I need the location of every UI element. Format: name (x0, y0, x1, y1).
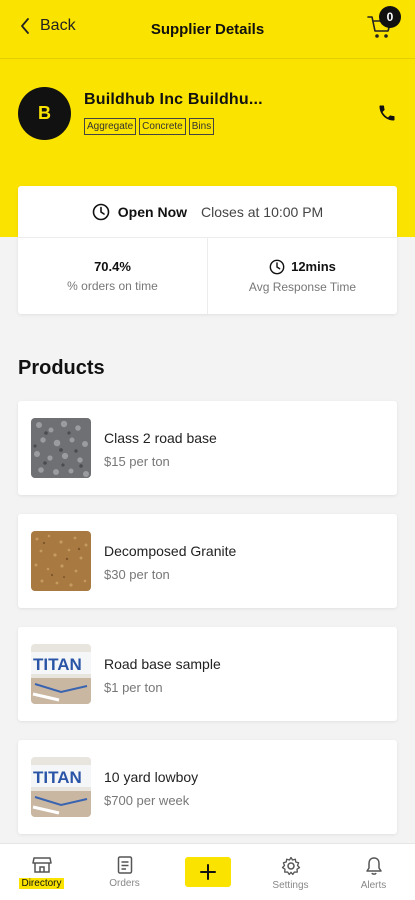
response-time-stat: 12mins Avg Response Time (207, 238, 397, 314)
gravel-thumbnail (31, 418, 91, 478)
back-button[interactable]: Back (20, 17, 76, 35)
product-name: Decomposed Granite (104, 543, 237, 559)
tab-settings[interactable]: Settings (249, 844, 332, 900)
tab-settings-label: Settings (272, 880, 309, 891)
status-card: Open Now Closes at 10:00 PM 70.4% % orde… (18, 186, 397, 314)
orders-on-time-stat: 70.4% % orders on time (18, 238, 207, 314)
tab-directory-label: Directory (19, 878, 64, 889)
cart-button[interactable]: 0 (367, 6, 401, 45)
tab-alerts[interactable]: Alerts (332, 844, 415, 900)
product-price: $700 per week (104, 793, 190, 808)
product-name: Road base sample (104, 656, 221, 672)
plus-icon (199, 864, 216, 880)
product-card[interactable]: Class 2 road base $15 per ton (18, 401, 397, 495)
response-time-row: 12mins (269, 259, 336, 275)
titan-thumbnail: TITAN (31, 644, 91, 704)
orders-icon (117, 856, 132, 874)
supplier-tags: Aggregate Concrete Bins (84, 118, 215, 135)
product-price: $15 per ton (104, 454, 170, 469)
store-icon (31, 857, 52, 873)
granite-thumbnail (31, 531, 91, 591)
svg-text:TITAN: TITAN (33, 768, 82, 787)
supplier-tag: Bins (188, 118, 215, 135)
page-title: Supplier Details (150, 20, 265, 38)
tab-orders-label: Orders (109, 878, 140, 889)
products-heading: Products (18, 357, 105, 379)
supplier-name: Buildhub Inc Buildhu... (84, 91, 263, 108)
tab-orders[interactable]: Orders (83, 844, 166, 900)
supplier-tag: Concrete (139, 118, 186, 135)
top-bar: Back Supplier Details 0 (0, 0, 415, 58)
product-price: $1 per ton (104, 680, 163, 695)
response-time-label: Avg Response Time (248, 279, 357, 294)
back-label: Back (40, 17, 76, 34)
tab-alerts-label: Alerts (360, 880, 387, 891)
supplier-tag: Aggregate (84, 118, 137, 135)
supplier-summary: B Buildhub Inc Buildhu... Aggregate Conc… (18, 87, 397, 147)
orders-on-time-value: 70.4% (94, 259, 131, 274)
svg-text:TITAN: TITAN (33, 655, 82, 674)
gear-icon (281, 856, 300, 876)
clock-icon (92, 203, 110, 220)
orders-on-time-label: % orders on time (67, 279, 158, 293)
closing-time: Closes at 10:00 PM (201, 203, 324, 220)
supplier-avatar: B (18, 87, 71, 140)
bottom-tab-bar: Directory Orders Settings Alerts (0, 843, 415, 900)
call-button[interactable] (377, 103, 397, 128)
product-name: 10 yard lowboy (104, 769, 199, 785)
add-button[interactable] (166, 844, 249, 900)
product-card[interactable]: TITAN 10 yard lowboy $700 per week (18, 740, 397, 834)
chevron-left-icon (21, 18, 29, 34)
header-divider (0, 58, 415, 59)
open-now-label: Open Now (117, 203, 188, 220)
product-card[interactable]: TITAN Road base sample $1 per ton (18, 627, 397, 721)
product-price: $30 per ton (104, 567, 170, 582)
phone-icon (379, 105, 395, 121)
product-card[interactable]: Decomposed Granite $30 per ton (18, 514, 397, 608)
product-name: Class 2 road base (104, 430, 217, 446)
tab-directory[interactable]: Directory (0, 844, 83, 900)
add-button-box (184, 857, 231, 887)
clock-icon (269, 259, 285, 274)
bell-icon (365, 857, 382, 875)
cart-count-badge: 0 (379, 6, 401, 28)
opening-status: Open Now Closes at 10:00 PM (18, 186, 397, 238)
supplier-stats: 70.4% % orders on time 12mins Avg Respon… (18, 238, 397, 314)
titan-thumbnail: TITAN (31, 757, 91, 817)
response-time-value: 12mins (291, 259, 336, 274)
